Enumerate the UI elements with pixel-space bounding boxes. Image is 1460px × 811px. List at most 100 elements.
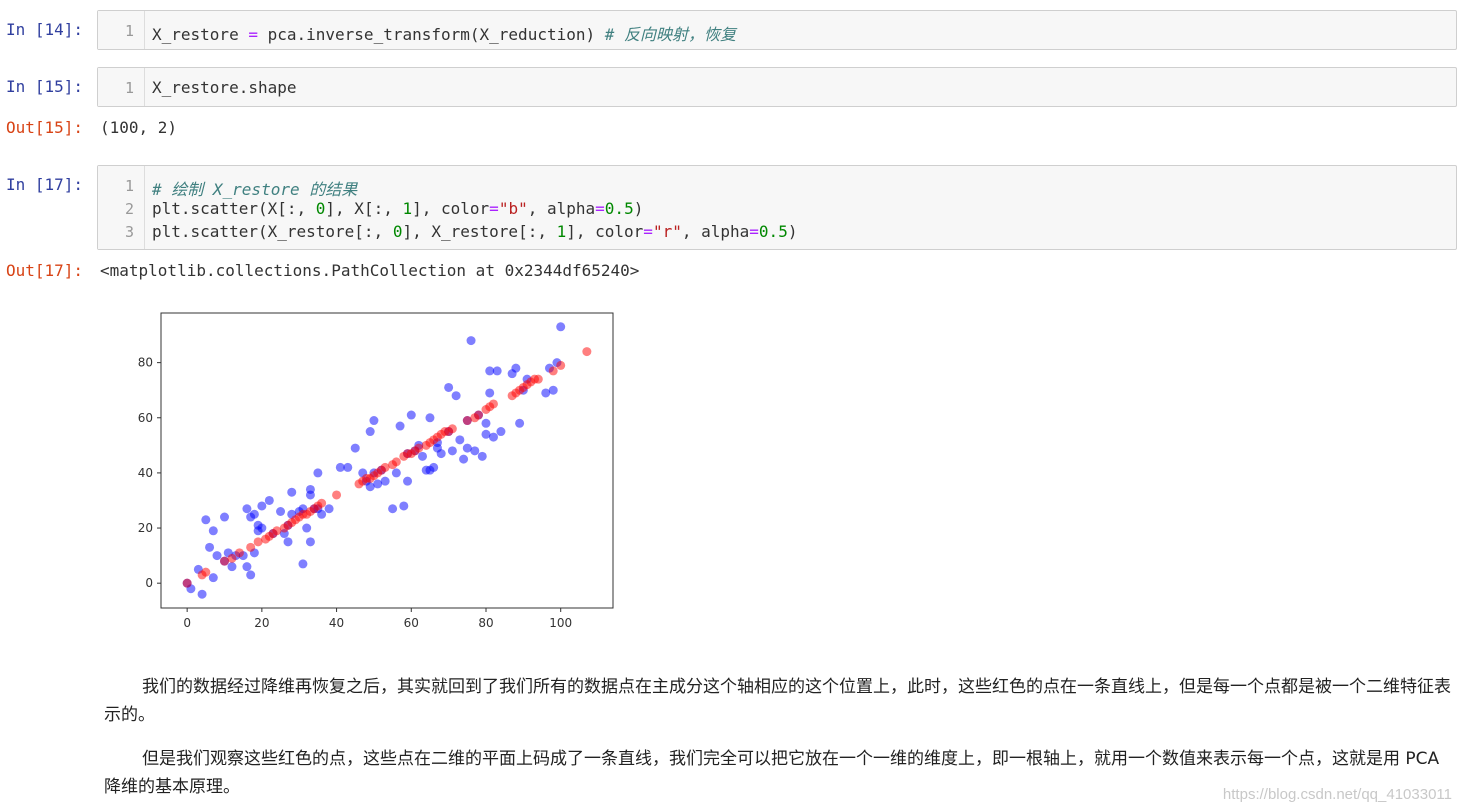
code-token: ) [787, 222, 798, 241]
blue-data-point [395, 421, 405, 431]
blue-data-point [436, 449, 446, 459]
code-token: ], color [566, 222, 644, 241]
blue-data-point [298, 559, 308, 569]
blue-data-point [350, 443, 360, 453]
x-tick-label: 100 [549, 616, 572, 630]
line-number: 1 [124, 177, 134, 195]
blue-data-point [313, 468, 323, 478]
blue-data-point [391, 468, 401, 478]
blue-data-point [276, 507, 286, 517]
blue-data-point [380, 476, 390, 486]
red-restored-point [317, 498, 327, 508]
blue-data-point [324, 504, 334, 514]
explanation-paragraph-1: 我们的数据经过降维再恢复之后，其实就回到了我们所有的数据点在主成分这个轴相应的这… [104, 677, 1451, 725]
cell-15-prompt: In [15]: [6, 77, 84, 96]
red-restored-point [246, 542, 256, 552]
y-tick-label: 40 [138, 466, 153, 480]
x-tick-label: 60 [404, 616, 419, 630]
code-line[interactable]: # 绘制 X_restore 的结果 [152, 176, 357, 200]
blue-data-point [242, 504, 252, 514]
x-tick-label: 40 [329, 616, 344, 630]
code-token: ], color [412, 199, 490, 218]
code-token: ], X[:, [325, 199, 403, 218]
blue-data-point [447, 446, 457, 456]
red-restored-point [582, 347, 592, 357]
code-token: = [643, 222, 653, 241]
code-cell-15[interactable]: 1 X_restore.shape [97, 67, 1457, 107]
code-line[interactable]: plt.scatter(X[:, 0], X[:, 1], color="b",… [152, 199, 643, 218]
out-15-value: (100, 2) [100, 118, 178, 137]
red-restored-point [474, 410, 484, 420]
blue-data-point [317, 509, 327, 519]
code-token: = [489, 199, 499, 218]
blue-data-point [257, 501, 267, 511]
blue-data-point [208, 526, 218, 536]
x-tick-label: 20 [254, 616, 269, 630]
red-restored-point [556, 360, 566, 370]
blue-data-point [205, 542, 215, 552]
code-token: , alpha [527, 199, 596, 218]
blue-data-point [343, 462, 353, 472]
line-number: 2 [124, 200, 134, 218]
line-number: 3 [124, 223, 134, 241]
x-tick-label: 0 [183, 616, 191, 630]
blue-data-point [485, 388, 495, 398]
blue-data-point [201, 515, 211, 525]
code-token: ], X_restore[:, [402, 222, 557, 241]
blue-data-point [399, 501, 409, 511]
code-token: plt.scatter(X_restore[:, [152, 222, 393, 241]
code-token: # 反向映射，恢复 [604, 25, 737, 44]
blue-data-point [470, 446, 480, 456]
blue-data-point [197, 589, 207, 599]
y-tick-label: 20 [138, 521, 153, 535]
watermark: https://blog.csdn.net/qq_41033011 [1222, 786, 1452, 803]
red-restored-point [488, 399, 498, 409]
blue-data-point [302, 523, 312, 533]
blue-data-point [406, 410, 416, 420]
blue-data-point [403, 476, 413, 486]
code-token: plt.scatter(X[:, [152, 199, 316, 218]
blue-data-point [548, 385, 558, 395]
blue-data-point [425, 413, 435, 423]
blue-data-point [429, 462, 439, 472]
line-number: 1 [124, 22, 134, 40]
code-token: 0.5 [604, 199, 634, 218]
blue-data-point [242, 562, 252, 572]
blue-data-point [492, 366, 502, 376]
scatter-plot: 0 20 40 60 80 100 0 20 40 60 80 [138, 312, 614, 630]
red-restored-point [182, 578, 192, 588]
code-token: 0.5 [758, 222, 788, 241]
code-token: 1 [402, 199, 413, 218]
code-line[interactable]: X_restore.shape [152, 78, 297, 97]
blue-data-point [208, 573, 218, 583]
red-restored-point [201, 567, 211, 577]
code-line[interactable]: plt.scatter(X_restore[:, 0], X_restore[:… [152, 222, 797, 241]
blue-data-point [246, 570, 256, 580]
code-token: 1 [556, 222, 567, 241]
blue-data-point [417, 451, 427, 461]
code-cell-17[interactable]: 1 2 3 # 绘制 X_restore 的结果 plt.scatter(X[:… [97, 165, 1457, 250]
cell-17-prompt: In [17]: [6, 175, 84, 194]
out-15-prompt: Out[15]: [6, 118, 84, 137]
red-restored-point [391, 457, 401, 467]
code-token: = [595, 199, 605, 218]
blue-data-point [466, 336, 476, 346]
blue-data-point [212, 551, 222, 561]
code-token: ) [633, 199, 644, 218]
blue-data-point [496, 427, 506, 437]
blue-data-point [477, 451, 487, 461]
x-tick-label: 80 [478, 616, 493, 630]
red-restored-point [227, 553, 237, 563]
code-token: = [248, 25, 258, 44]
blue-data-point [488, 432, 498, 442]
out-17-prompt: Out[17]: [6, 261, 84, 280]
blue-data-point [287, 487, 297, 497]
red-restored-point [533, 374, 543, 384]
code-token: "b" [498, 199, 528, 218]
code-token: X_restore.shape [152, 78, 297, 97]
out-17-value: <matplotlib.collections.PathCollection a… [100, 261, 640, 280]
blue-data-point [227, 562, 237, 572]
code-cell-14[interactable]: 1 X_restore = pca.inverse_transform(X_re… [97, 10, 1457, 50]
code-line[interactable]: X_restore = pca.inverse_transform(X_redu… [152, 21, 736, 45]
y-tick-label: 0 [145, 576, 153, 590]
